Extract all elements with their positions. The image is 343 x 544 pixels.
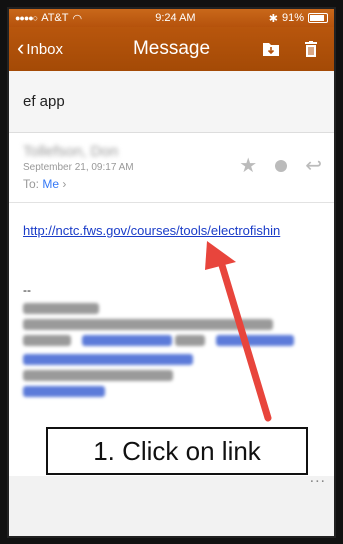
- signature-line: [23, 303, 99, 314]
- signature-block: --: [23, 283, 295, 402]
- signature-link[interactable]: [23, 386, 105, 397]
- battery-icon: [307, 13, 328, 23]
- message-body: Tollefson, Don September 21, 09:17 AM To…: [9, 133, 334, 486]
- move-to-folder-icon[interactable]: [262, 41, 280, 57]
- trash-icon[interactable]: [302, 41, 320, 57]
- wifi-icon: ◠: [72, 12, 83, 25]
- to-label: To:: [23, 177, 40, 191]
- signal-dots-icon: ●●●●○: [15, 13, 38, 23]
- status-time: 9:24 AM: [155, 12, 196, 24]
- chevron-left-icon: ‹: [17, 35, 25, 60]
- message-header: Tollefson, Don September 21, 09:17 AM To…: [9, 133, 334, 203]
- annotation-callout: 1. Click on link: [46, 427, 308, 475]
- subject-text: ef app: [23, 93, 65, 110]
- signature-line: [23, 319, 273, 330]
- unread-dot-icon[interactable]: [275, 159, 288, 172]
- nav-bar: ‹ Inbox Message: [9, 27, 334, 71]
- recipient-row[interactable]: To: Me ›: [23, 177, 320, 191]
- signature-dash: --: [23, 283, 31, 297]
- recipient-me[interactable]: Me: [42, 177, 59, 191]
- chevron-right-icon: ›: [62, 177, 67, 191]
- signature-line: [175, 335, 206, 346]
- back-label: Inbox: [26, 40, 64, 58]
- bluetooth-icon: ✱: [268, 12, 278, 25]
- signature-link[interactable]: [216, 335, 295, 346]
- signature-line: [23, 335, 71, 346]
- status-bar: ●●●●○ AT&T ◠ 9:24 AM ✱ 91%: [9, 9, 334, 27]
- signature-line: [23, 370, 173, 381]
- battery-percent: 91%: [281, 12, 304, 24]
- signature-link[interactable]: [82, 335, 173, 346]
- carrier-name: AT&T: [41, 12, 69, 24]
- message-subject: ef app: [9, 71, 334, 133]
- back-button[interactable]: ‹ Inbox: [9, 35, 64, 60]
- reply-icon[interactable]: ↩: [305, 153, 322, 178]
- sender-name[interactable]: Tollefson, Don: [23, 143, 143, 160]
- email-link[interactable]: http://nctc.fws.gov/courses/tools/electr…: [23, 223, 334, 238]
- signature-link[interactable]: [23, 354, 193, 365]
- more-options-icon[interactable]: ...: [310, 469, 326, 487]
- star-icon[interactable]: ★: [239, 153, 257, 178]
